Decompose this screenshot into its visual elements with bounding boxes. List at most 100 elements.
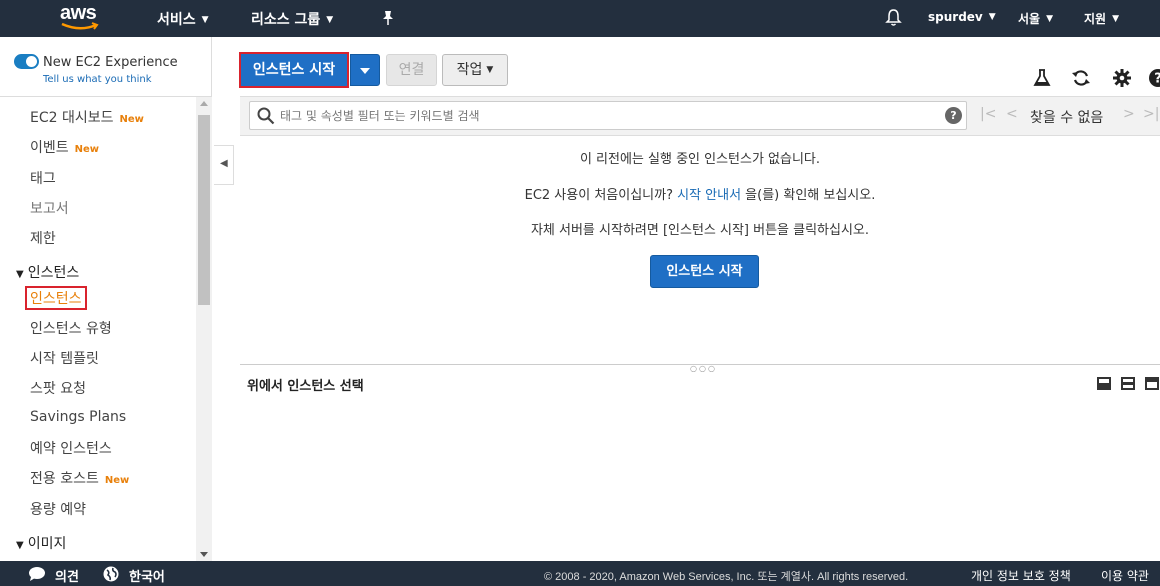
sidebar-item-label: 태그: [30, 171, 56, 187]
top-navigation-bar: aws 서비스 ▼ 리소스 그룹 ▼ spurdev ▼ 서울 ▼ 지원 ▼: [0, 0, 1160, 37]
feedback-link[interactable]: Tell us what you think: [43, 74, 152, 85]
region-menu-label: 서울: [1018, 12, 1041, 26]
feedback-link[interactable]: 의견: [55, 566, 79, 585]
collapse-sidebar-button[interactable]: ◀: [214, 145, 234, 185]
sidebar-item-spot-requests[interactable]: 스팟 요청: [30, 378, 86, 398]
sidebar-item-savings-plans[interactable]: Savings Plans: [30, 409, 126, 425]
connect-button[interactable]: 연결: [386, 54, 437, 86]
sidebar-section-label: 인스턴스: [27, 265, 80, 281]
sidebar-item-events[interactable]: 이벤트 New: [30, 137, 99, 157]
services-menu-label: 서비스: [157, 12, 196, 28]
scroll-up-arrow-icon[interactable]: [200, 101, 208, 106]
empty-state-launch-button[interactable]: 인스턴스 시작: [650, 255, 759, 288]
sidebar-item-label: 시작 템플릿: [30, 351, 99, 367]
user-menu[interactable]: spurdev ▼: [928, 10, 996, 24]
sidebar-section-instances[interactable]: ▼ 인스턴스: [16, 262, 79, 282]
refresh-icon[interactable]: [1071, 68, 1091, 88]
launch-dropdown-button[interactable]: [350, 54, 380, 86]
sidebar-item-dedicated-hosts[interactable]: 전용 호스트 New: [30, 468, 129, 488]
sidebar-nav-list: EC2 대시보드 New 이벤트 New 태그 보고서 제한 ▼ 인스턴스 인스턴스 …: [0, 97, 196, 561]
sidebar-item-ec2-dashboard[interactable]: EC2 대시보드 New: [30, 107, 144, 127]
sidebar-item-capacity-reservations[interactable]: 용량 예약: [30, 499, 86, 519]
flask-icon[interactable]: [1032, 68, 1052, 88]
bell-icon[interactable]: [885, 8, 902, 27]
getting-started-guide-link[interactable]: 시작 안내서: [677, 188, 741, 203]
aws-smile-icon: [61, 22, 99, 30]
launch-hint-message: 자체 서버를 시작하려면 [인스턴스 시작] 버튼을 클릭하십시오.: [530, 223, 870, 238]
chevron-down-icon: ▼: [201, 15, 209, 25]
next-page-icon[interactable]: >: [1123, 106, 1135, 122]
sidebar-item-label: Savings Plans: [30, 409, 127, 425]
sidebar-item-label: 제한: [30, 231, 56, 247]
layout-top-icon[interactable]: [1145, 377, 1159, 390]
splitter-handle-icon[interactable]: ○○○: [690, 364, 717, 373]
last-page-icon[interactable]: >|: [1143, 106, 1159, 122]
speech-bubble-icon: [29, 567, 45, 581]
scrollbar-thumb[interactable]: [198, 115, 210, 305]
sidebar-item-label: 보고서: [30, 201, 69, 217]
globe-icon: [103, 566, 119, 582]
toggle-switch[interactable]: [14, 54, 39, 69]
pin-icon[interactable]: [381, 10, 395, 26]
new-badge: New: [104, 475, 130, 486]
pagination-status: 찾을 수 없음: [1030, 110, 1104, 126]
chevron-down-icon: ▼: [1046, 14, 1054, 24]
new-experience-label: New EC2 Experience: [43, 55, 178, 70]
sidebar-item-instances[interactable]: 인스턴스: [25, 286, 87, 310]
left-sidebar: New EC2 Experience Tell us what you thin…: [0, 37, 212, 561]
scroll-down-arrow-icon[interactable]: [200, 552, 208, 557]
chevron-down-icon: ▼: [326, 15, 334, 25]
sidebar-section-images[interactable]: ▼ 이미지: [16, 533, 66, 553]
prev-page-icon[interactable]: <: [1006, 106, 1018, 122]
sidebar-item-label: 예약 인스턴스: [30, 441, 112, 457]
new-badge: New: [119, 114, 144, 125]
toggle-knob: [26, 56, 37, 67]
launch-instance-button[interactable]: 인스턴스 시작: [239, 52, 349, 88]
footer-bar: 의견 한국어 © 2008 - 2020, Amazon Web Service…: [0, 561, 1160, 586]
sidebar-item-reports[interactable]: 보고서: [30, 198, 69, 218]
sidebar-section-label: 이미지: [27, 536, 67, 552]
gear-icon[interactable]: [1112, 68, 1132, 88]
sidebar-item-label: 용량 예약: [30, 502, 86, 518]
sidebar-item-label: 인스턴스 유형: [30, 321, 112, 337]
sidebar-item-reserved-instances[interactable]: 예약 인스턴스: [30, 438, 112, 458]
layout-split-icon[interactable]: [1121, 377, 1135, 390]
new-badge: New: [74, 144, 100, 155]
sidebar-scrollbar[interactable]: [196, 97, 212, 561]
language-selector[interactable]: 한국어: [129, 566, 165, 585]
chevron-down-icon: ▼: [486, 65, 494, 75]
sidebar-item-label: 전용 호스트: [30, 471, 99, 487]
layout-bottom-icon[interactable]: [1097, 377, 1111, 390]
search-input[interactable]: [280, 105, 930, 126]
sidebar-item-limits[interactable]: 제한: [30, 228, 56, 248]
search-box[interactable]: ?: [249, 101, 967, 130]
caret-down-icon: [360, 68, 370, 74]
help-circle-icon[interactable]: ?: [1148, 68, 1160, 88]
no-instances-message: 이 리전에는 실행 중인 인스턴스가 없습니다.: [579, 152, 821, 167]
support-menu-label: 지원: [1084, 12, 1107, 26]
actions-button[interactable]: 작업 ▼: [442, 54, 508, 86]
region-menu[interactable]: 서울 ▼: [1018, 10, 1053, 27]
sidebar-item-label: 이벤트: [30, 140, 69, 156]
sidebar-item-label: 인스턴스: [30, 291, 82, 307]
support-menu[interactable]: 지원 ▼: [1084, 10, 1119, 27]
resource-groups-menu[interactable]: 리소스 그룹 ▼: [251, 9, 333, 29]
svg-text:?: ?: [1154, 72, 1160, 87]
first-page-icon[interactable]: |<: [980, 106, 996, 122]
aws-logo[interactable]: aws: [58, 2, 104, 32]
triangle-down-icon: ▼: [16, 269, 24, 280]
detail-pane-title: 위에서 인스턴스 선택: [247, 379, 364, 394]
sidebar-item-instance-types[interactable]: 인스턴스 유형: [30, 318, 112, 338]
services-menu[interactable]: 서비스 ▼: [157, 9, 209, 29]
chevron-down-icon: ▼: [1112, 14, 1120, 24]
sidebar-item-launch-templates[interactable]: 시작 템플릿: [30, 348, 99, 368]
resource-groups-label: 리소스 그룹: [251, 12, 321, 28]
getting-started-message: EC2 사용이 처음이십니까? 시작 안내서 을(를) 확인해 보십시오.: [240, 184, 1160, 203]
chevron-left-icon: ◀: [220, 158, 228, 169]
terms-of-use-link[interactable]: 이용 약관: [1101, 567, 1149, 584]
chevron-down-icon: ▼: [988, 12, 996, 22]
copyright-text: © 2008 - 2020, Amazon Web Services, Inc.…: [544, 571, 909, 583]
search-help-icon[interactable]: ?: [945, 107, 962, 124]
sidebar-item-tags[interactable]: 태그: [30, 168, 56, 188]
privacy-policy-link[interactable]: 개인 정보 보호 정책: [971, 567, 1071, 584]
